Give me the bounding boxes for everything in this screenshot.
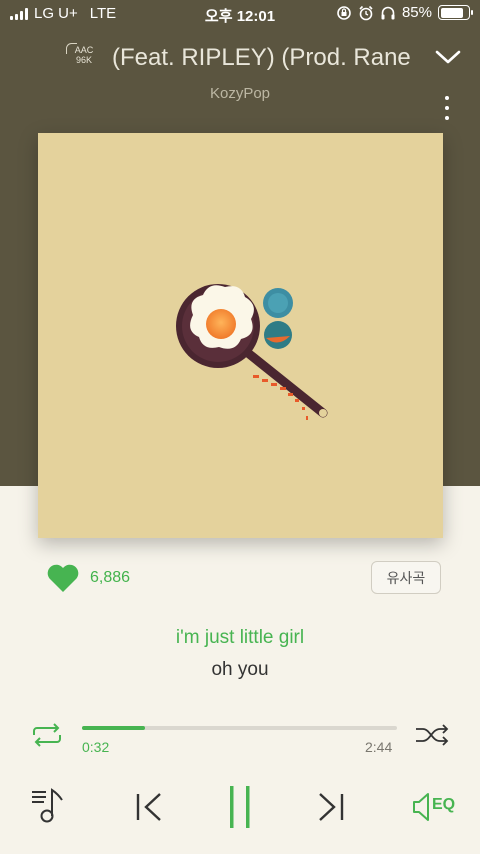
next-track-icon[interactable] (314, 790, 348, 824)
like-count: 6,886 (90, 569, 131, 586)
elapsed-time: 0:32 (82, 739, 110, 755)
lyric-next-line[interactable]: oh you (0, 659, 480, 681)
rotation-lock-icon (337, 5, 351, 20)
status-right: 85% (336, 4, 473, 21)
chevron-down-icon[interactable] (434, 46, 462, 68)
pause-icon[interactable] (222, 784, 258, 830)
eq-button[interactable]: EQ (410, 790, 462, 824)
progress-bar[interactable] (82, 726, 397, 730)
lyric-current-line[interactable]: i'm just little girl (0, 627, 480, 649)
headphones-icon (381, 6, 395, 19)
alarm-icon (359, 5, 373, 20)
artist-name[interactable]: KozyPop (0, 85, 480, 102)
wave-icon (66, 43, 77, 54)
more-options-icon[interactable] (437, 96, 457, 120)
previous-track-icon[interactable] (132, 790, 166, 824)
album-illustration (176, 284, 328, 420)
total-time: 2:44 (365, 739, 393, 755)
playlist-icon[interactable] (30, 786, 70, 826)
eq-label: EQ (432, 796, 456, 813)
progress-played (82, 726, 145, 730)
speaker-icon (413, 793, 429, 821)
battery-icon (438, 5, 473, 20)
album-art (38, 133, 443, 538)
codec-badge: AAC 96K (66, 43, 100, 65)
similar-songs-button[interactable]: 유사곡 (371, 561, 441, 594)
heart-icon[interactable] (46, 563, 80, 593)
battery-percent: 85% (401, 4, 432, 21)
repeat-icon[interactable] (30, 722, 64, 748)
status-bar: LG U+ LTE 오후 12:01 85% (0, 0, 480, 28)
shuffle-icon[interactable] (414, 722, 450, 748)
song-title: (Feat. RIPLEY) (Prod. Rane (112, 44, 411, 71)
codec-bitrate: 96K (75, 55, 92, 65)
